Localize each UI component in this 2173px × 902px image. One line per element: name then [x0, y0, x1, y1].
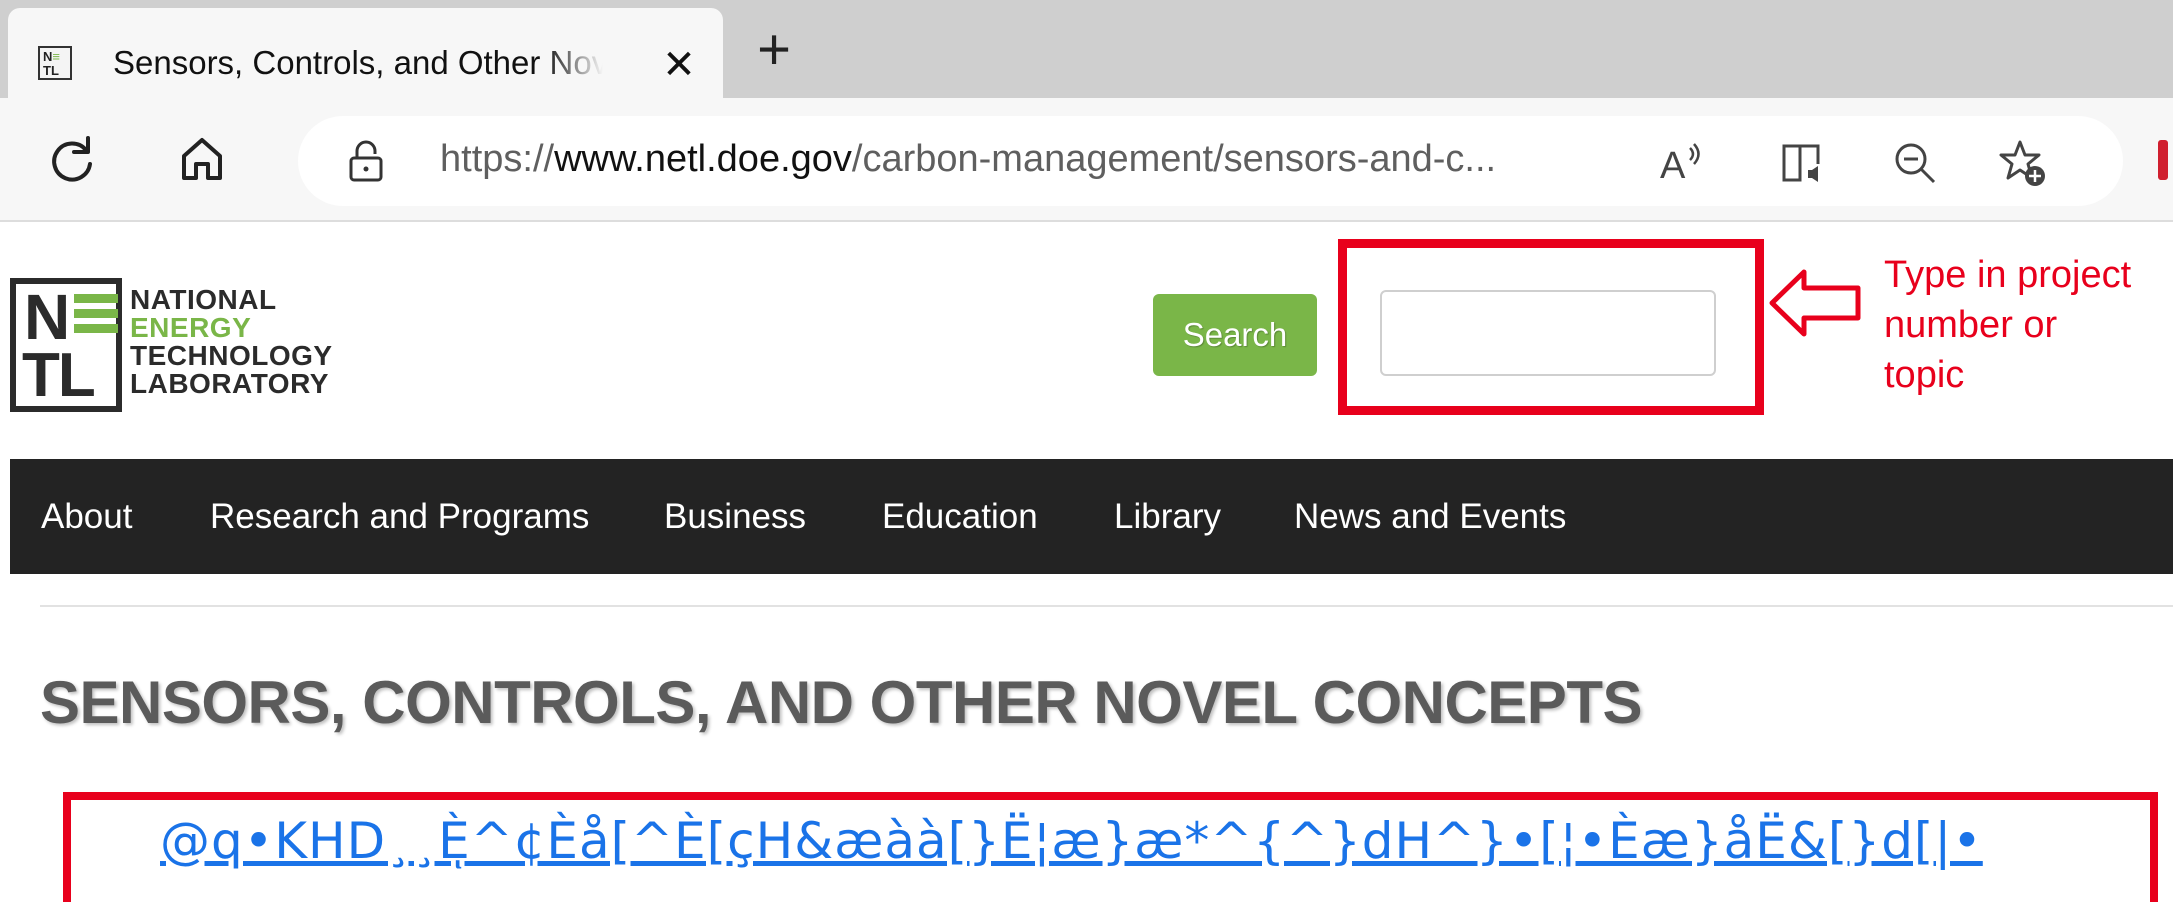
- logo-mark-tl: TL: [22, 341, 96, 410]
- zoom-out-icon[interactable]: [1890, 138, 1940, 188]
- tab-title: Sensors, Controls, and Other Novel Conce…: [113, 44, 603, 81]
- refresh-button[interactable]: [42, 128, 102, 188]
- logo-mark: N TL: [10, 278, 122, 412]
- nav-business[interactable]: Business: [664, 459, 806, 574]
- nav-news-and-events[interactable]: News and Events: [1294, 459, 1566, 574]
- search-button[interactable]: Search: [1153, 294, 1317, 376]
- browser-tab[interactable]: N≡TL Sensors, Controls, and Other Novel …: [8, 8, 723, 98]
- browser-toolbar: https://www.netl.doe.gov/carbon-manageme…: [0, 98, 2173, 222]
- extension-icon[interactable]: [2158, 140, 2168, 180]
- nav-about[interactable]: About: [41, 459, 132, 574]
- refresh-icon: [52, 136, 92, 182]
- netl-logo[interactable]: N TL NATIONAL ENERGY TECHNOLOGY LABORATO…: [10, 278, 350, 418]
- lock-icon[interactable]: [346, 140, 386, 184]
- page-title: SENSORS, CONTROLS, AND OTHER NOVEL CONCE…: [40, 669, 1643, 736]
- logo-line-laboratory: LABORATORY: [130, 368, 329, 399]
- home-button[interactable]: [172, 128, 232, 188]
- logo-bars: [74, 294, 118, 339]
- close-icon[interactable]: ✕: [656, 42, 702, 88]
- page-link[interactable]: @q•KHD¸¸Èͅ^¢Èå[^È[çH&æàà[}Ë¦æ}æ*^{^}dH^}…: [160, 812, 1983, 870]
- address-bar[interactable]: https://www.netl.doe.gov/carbon-manageme…: [298, 116, 2123, 206]
- annotation-label: Type in project number or topic: [1884, 254, 2132, 396]
- annotation-arrow-icon: [1769, 269, 1861, 337]
- logo-text: NATIONAL ENERGY TECHNOLOGY LABORATORY: [130, 286, 333, 398]
- netl-favicon-icon: N≡ TL: [38, 46, 72, 80]
- nav-education[interactable]: Education: [882, 459, 1038, 574]
- main-nav: About Research and Programs Business Edu…: [10, 459, 2173, 574]
- svg-text:A: A: [1660, 145, 1686, 187]
- logo-line-energy: ENERGY: [130, 312, 252, 343]
- home-icon: [182, 138, 222, 180]
- logo-line-technology: TECHNOLOGY: [130, 340, 333, 371]
- url-domain: www.netl.doe.gov: [554, 138, 852, 180]
- divider: [40, 605, 2173, 607]
- logo-line-national: NATIONAL: [130, 284, 277, 315]
- add-favorite-icon[interactable]: [1998, 138, 2048, 188]
- immersive-reader-icon[interactable]: [1778, 138, 1828, 188]
- browser-tab-strip: N≡TL Sensors, Controls, and Other Novel …: [0, 0, 2173, 98]
- read-aloud-icon[interactable]: A: [1656, 138, 1706, 188]
- annotation-highlight-search: [1338, 239, 1764, 415]
- nav-library[interactable]: Library: [1114, 459, 1221, 574]
- url-scheme: https://: [440, 138, 555, 180]
- new-tab-button[interactable]: +: [746, 21, 802, 79]
- plus-icon: +: [757, 17, 791, 82]
- nav-research-and-programs[interactable]: Research and Programs: [210, 459, 589, 574]
- url-text: https://www.netl.doe.gov/carbon-manageme…: [440, 138, 1496, 181]
- url-path: /carbon-management/sensors-and-c...: [851, 138, 1497, 180]
